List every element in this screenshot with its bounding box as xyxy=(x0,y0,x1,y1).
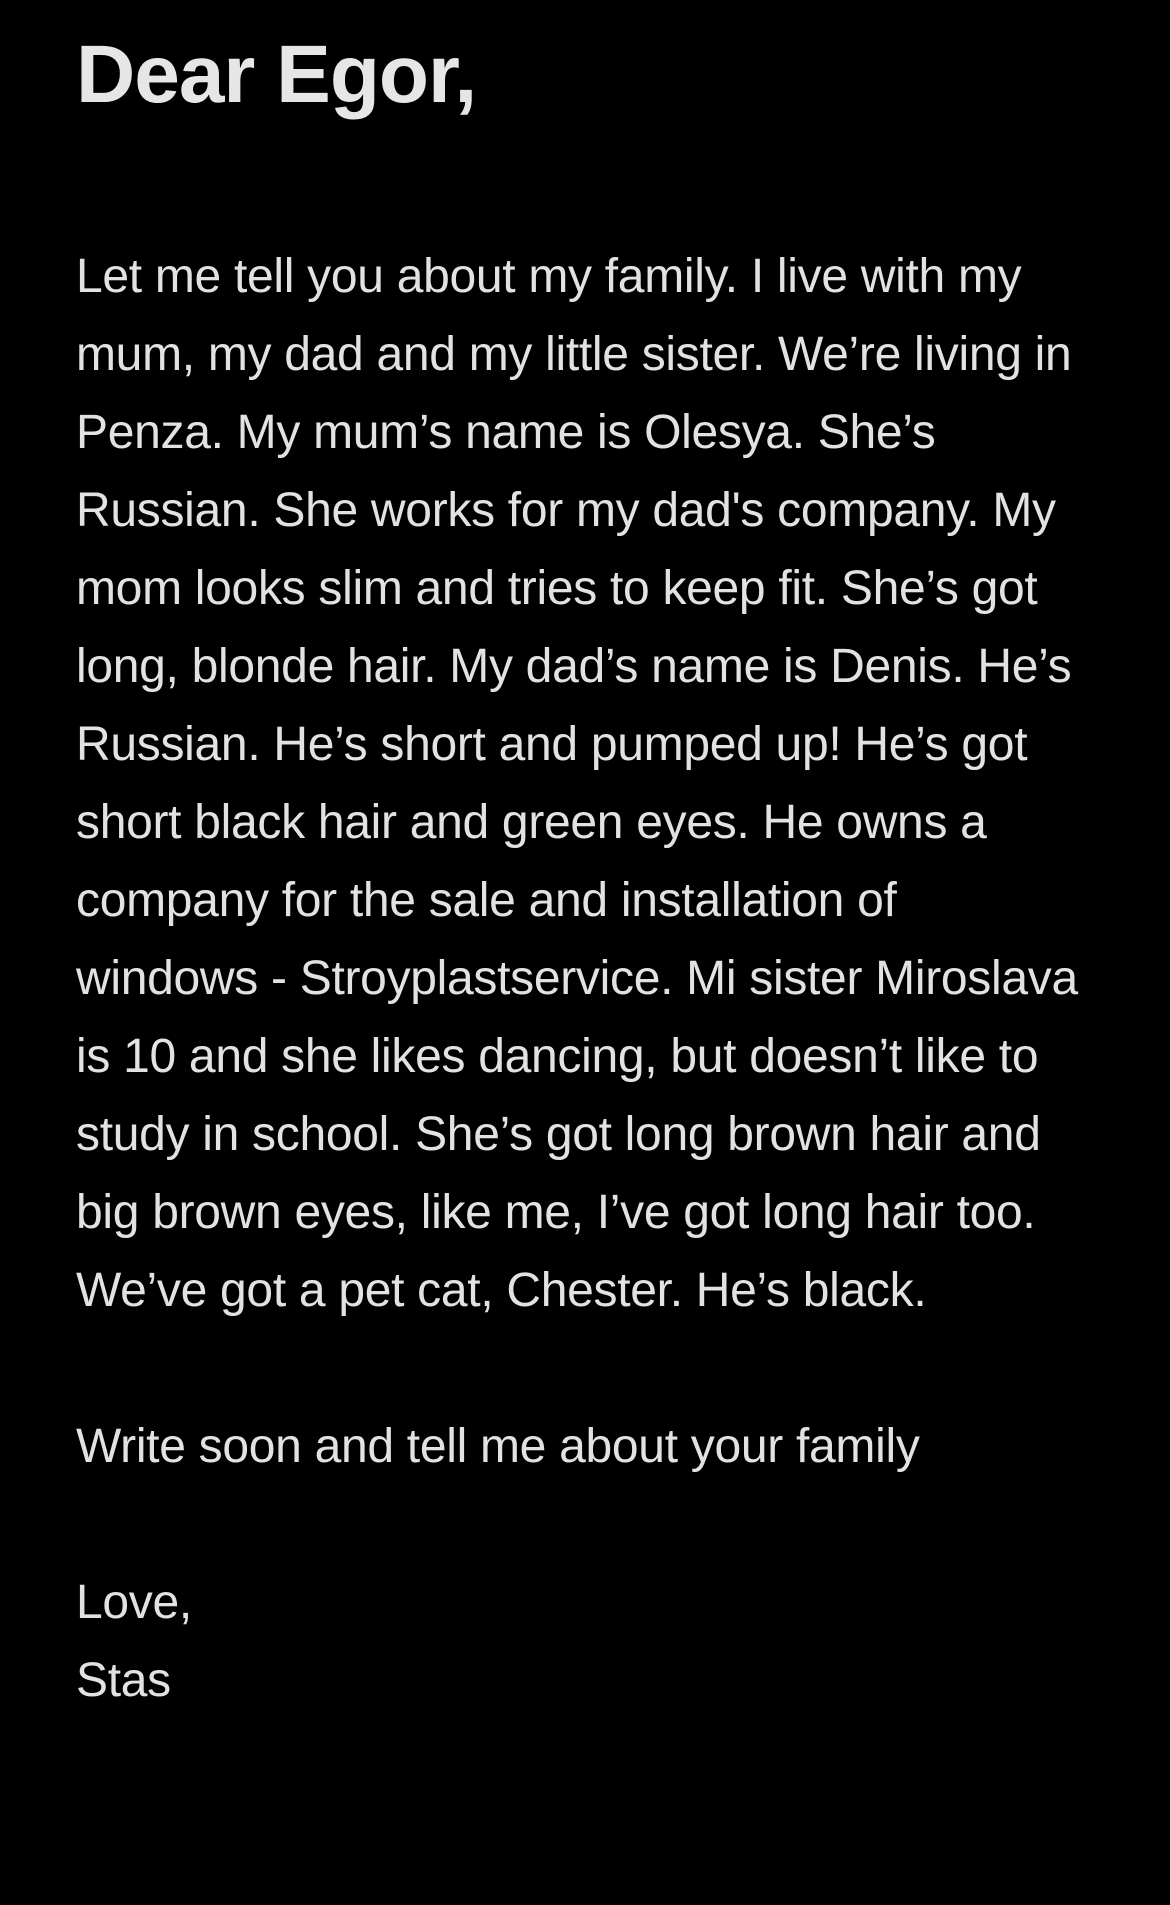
note-signoff: Love, xyxy=(76,1576,192,1629)
note-signoff-block: Love, Stas xyxy=(76,1564,1086,1720)
note-content[interactable]: Dear Egor, Let me tell you about my fami… xyxy=(76,18,1086,1720)
note-body-paragraph: Let me tell you about my family. I live … xyxy=(76,250,1078,1317)
note-page: Dear Egor, Let me tell you about my fami… xyxy=(0,0,1170,1905)
note-signature: Stas xyxy=(76,1654,171,1707)
note-closing-line: Write soon and tell me about your family xyxy=(76,1420,920,1473)
note-greeting: Dear Egor, xyxy=(76,29,477,120)
